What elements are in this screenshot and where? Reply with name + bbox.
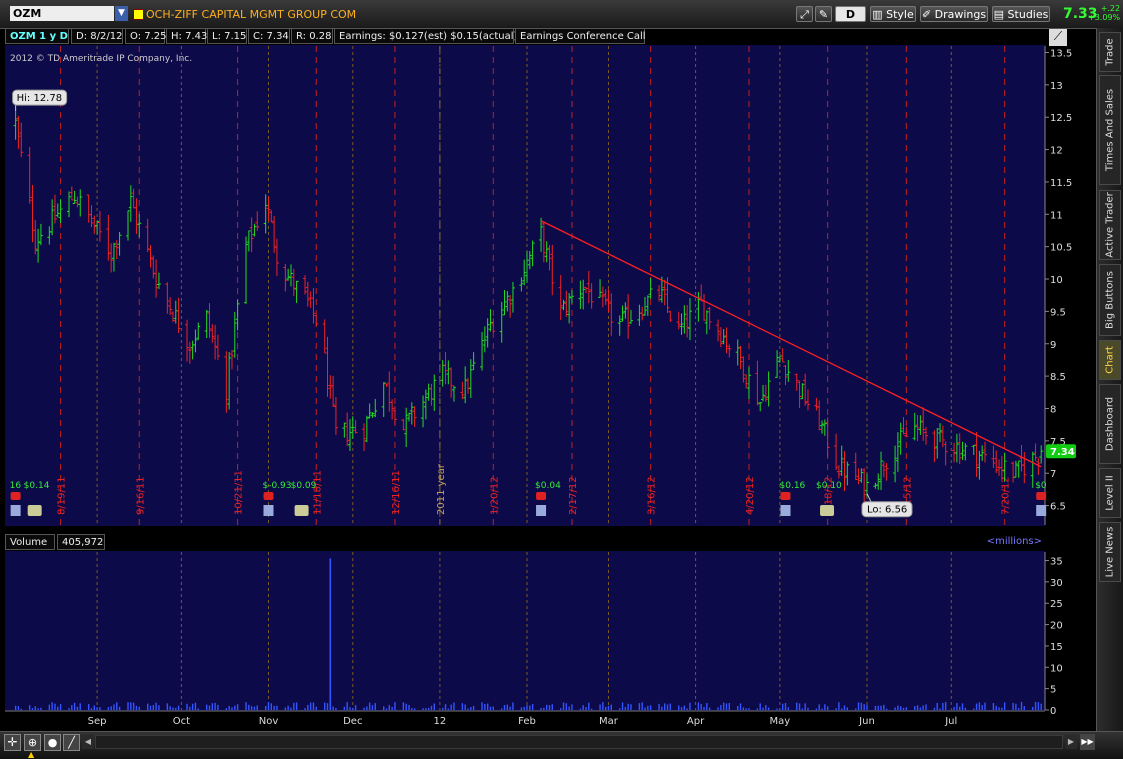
earnings-icon[interactable] [536,505,547,516]
sidebar-tab-label: Times And Sales [1104,88,1116,172]
sidebar-tab-label: Dashboard [1104,396,1116,452]
conference-call-icon[interactable] [1036,492,1047,500]
price-chart[interactable]: 8/19/11 9/16/11 10/21/11 11/18/11 12/16/11 20… [0,0,1096,731]
sidebar-tab-label: Big Buttons [1104,271,1116,329]
sidebar-tab-label: Chart [1104,346,1116,374]
price-tick-label: 11 [1050,210,1063,221]
volume-tick-label: 15 [1050,642,1063,653]
year-marker-label: 2011 year [436,463,447,515]
sidebar-tab-chart[interactable]: Chart [1099,340,1121,380]
scroll-right-icon[interactable]: ▶ [1065,735,1077,749]
price-tick-label: 9.5 [1050,307,1066,318]
x-tick-label: Dec [343,716,362,727]
event-value: $0.16 [780,481,806,491]
volume-tick-label: 10 [1050,663,1063,674]
scroll-left-icon[interactable]: ◀ [82,735,94,749]
event-value: 16 [10,481,22,491]
expiration-label: 12/16/11 [391,470,402,515]
earnings-icon[interactable] [10,505,21,516]
last-price-marker-label: 7.34 [1050,447,1075,458]
price-tick-label: 8 [1050,404,1056,415]
event-value: $0.09 [291,481,317,491]
x-tick-label: Apr [687,716,705,727]
volume-tick-label: 0 [1050,706,1056,717]
sidebar-tab-active-trader[interactable]: Active Trader [1099,190,1121,260]
conference-call-icon[interactable] [780,492,791,500]
price-tick-label: 12 [1050,146,1063,157]
earnings-icon[interactable] [780,505,791,516]
event-value: $0 [1035,481,1047,491]
price-tick-label: 10.5 [1050,243,1072,254]
volume-tick-label: 25 [1050,599,1063,610]
conference-call-icon[interactable] [536,492,547,500]
x-tick-label: Jun [858,716,875,727]
expiration-label: 10/21/11 [234,470,245,515]
x-tick-label: Jul [944,716,957,727]
price-tick-label: 6.5 [1050,502,1066,513]
event-value: $0.04 [535,481,561,491]
sidebar-tab-times-and-sales[interactable]: Times And Sales [1099,75,1121,185]
sidebar-tab-label: Live News [1104,526,1116,578]
event-value: $0.14 [24,481,50,491]
volume-tick-label: 20 [1050,621,1063,632]
price-tick-label: 11.5 [1050,178,1072,189]
expiration-label: 1/20/12 [489,476,500,515]
hi-label: Hi: 12.78 [17,93,62,104]
price-tick-label: 7 [1050,469,1056,480]
x-tick-label: Sep [88,716,107,727]
sidebar-tab-label: Trade [1104,38,1116,66]
sidebar-tab-trade[interactable]: Trade [1099,32,1121,72]
expiration-label: 2/17/12 [568,476,579,515]
zoom-icon[interactable]: ⊕ [24,734,41,751]
x-tick-label: May [770,716,791,727]
x-tick-label: Feb [518,716,536,727]
earnings-icon[interactable] [263,505,274,516]
price-panel-bg [5,45,1045,526]
volume-tick-label: 5 [1050,685,1056,696]
event-value: $-0.93 [263,481,292,491]
x-tick-label: Mar [599,716,619,727]
price-tick-label: 12.5 [1050,113,1072,124]
price-tick-label: 9 [1050,340,1056,351]
copyright: 2012 © TD Ameritrade IP Company, Inc. [10,54,192,64]
expiration-label: 4/20/12 [745,476,756,515]
conference-call-icon[interactable] [10,492,21,500]
sidebar-tab-live-news[interactable]: Live News [1099,522,1121,582]
line-tool-icon[interactable]: ╱ [63,734,80,751]
expiration-label: 7/20/12 [1001,476,1012,515]
expiration-label: 3/16/12 [647,476,658,515]
sidebar-tab-big-buttons[interactable]: Big Buttons [1099,264,1121,336]
chart-scrollbar[interactable] [95,735,1063,749]
price-tick-label: 13 [1050,81,1063,92]
dividend-icon[interactable] [27,505,42,516]
sidebar-tab-level-ii[interactable]: Level II [1099,468,1121,518]
volume-tick-label: 35 [1050,557,1063,568]
event-value: $0.10 [816,481,842,491]
expand-right-icon[interactable]: ▶▶ [1080,734,1095,750]
price-tick-label: 10 [1050,275,1063,286]
x-tick-label: Nov [259,716,279,727]
dividend-icon[interactable] [294,505,309,516]
conference-call-icon[interactable] [263,492,274,500]
sidebar-tab-label: Level II [1104,475,1116,511]
lo-label: Lo: 6.56 [867,505,907,516]
volume-tick-label: 30 [1050,578,1063,589]
crosshair-icon[interactable]: ✛ [4,734,21,751]
x-tick-label: Oct [173,716,190,727]
expiration-label: 8/19/11 [57,476,68,515]
pan-icon[interactable]: ● [44,734,61,751]
price-tick-label: 8.5 [1050,372,1066,383]
volume-panel-bg [5,551,1045,711]
price-tick-label: 13.5 [1050,48,1072,59]
x-tick-label: 12 [434,716,447,727]
earnings-icon[interactable] [1036,505,1047,516]
dividend-icon[interactable] [820,505,835,516]
expiration-label: 9/16/11 [135,476,146,515]
sidebar-tab-label: Active Trader [1104,192,1116,258]
expiration-label: 11/18/11 [312,470,323,515]
sidebar-tab-dashboard[interactable]: Dashboard [1099,384,1121,464]
